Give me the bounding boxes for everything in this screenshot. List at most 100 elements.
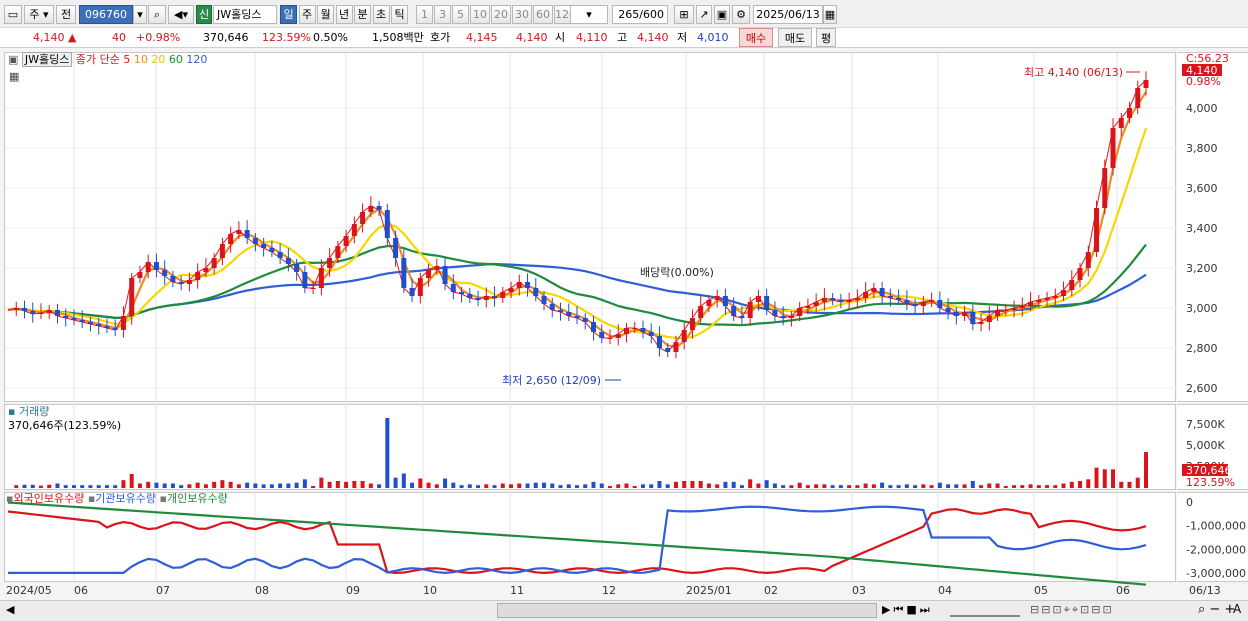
legend-toggle-icon[interactable]: ▣ <box>8 53 18 66</box>
volume-bar-90 <box>748 479 753 488</box>
volume-bar-123 <box>1020 485 1025 488</box>
zoom-slider[interactable] <box>950 603 1020 617</box>
volume-bar-138 <box>1144 452 1148 488</box>
volume-bar-137 <box>1135 477 1140 488</box>
candle-body-81 <box>673 342 679 352</box>
stock-tag: JW홀딩스 <box>21 52 73 67</box>
zoom-controls-icon[interactable]: ⌕ − + <box>1198 602 1235 617</box>
volume-bar-114 <box>946 484 951 488</box>
volume-bar-109 <box>904 484 909 488</box>
volume-bar-111 <box>921 484 926 488</box>
volume-bar-131 <box>1086 479 1091 488</box>
candle-body-129 <box>1069 280 1075 290</box>
volume-bar-20 <box>170 483 175 488</box>
volume-toggle-icon[interactable]: ▪ <box>8 405 19 418</box>
candle-body-104 <box>863 292 869 298</box>
volume-title-text: 거래량 <box>18 405 50 418</box>
volume-bar-61 <box>509 484 514 488</box>
candle-body-76 <box>632 328 638 329</box>
volume-bar-28 <box>236 484 241 488</box>
volume-bar-63 <box>525 483 530 488</box>
candle-body-17 <box>145 262 151 272</box>
volume-bar-84 <box>698 481 703 488</box>
dividend-note: 배당락(0.00%) <box>640 266 714 279</box>
volume-bar-21 <box>179 485 184 488</box>
volume-bar-26 <box>220 480 225 488</box>
volume-bar-88 <box>731 481 736 488</box>
volume-info: 370,646주(123.59%) <box>8 419 122 432</box>
candle-body-60 <box>500 292 506 298</box>
volume-bar-113 <box>937 482 942 488</box>
candle-body-56 <box>467 294 473 298</box>
volume-bar-44 <box>368 483 373 488</box>
y-tick-2: 3,000 <box>1186 302 1218 315</box>
volume-bar-70 <box>583 484 588 488</box>
volume-bar-49 <box>410 482 415 488</box>
volume-bar-74 <box>616 484 621 488</box>
candle-body-67 <box>558 310 564 312</box>
chart-tools-icons[interactable]: ⊟⊟⊡⌖⌖⊡⊟⊡ <box>1030 603 1114 617</box>
font-size-icon[interactable]: A <box>1233 602 1241 616</box>
volume-bar-95 <box>789 485 794 488</box>
volume-bar-16 <box>137 483 142 488</box>
volume-bar-94 <box>781 485 786 488</box>
candle-body-97 <box>805 306 811 308</box>
volume-bar-11 <box>96 485 101 488</box>
candle-body-9 <box>79 320 85 322</box>
volume-bar-10 <box>88 485 93 488</box>
x-label-13: 06 <box>1116 584 1130 597</box>
volume-bar-76 <box>632 486 637 488</box>
candle-body-62 <box>516 282 522 288</box>
candle-body-112 <box>929 300 935 302</box>
volume-bar-6 <box>55 483 60 488</box>
series-label: 종가 단순 <box>75 53 120 66</box>
ma-label-1: 10 <box>133 53 148 66</box>
volume-bar-3 <box>30 484 35 488</box>
playback-icons[interactable]: ▶⏮■⏭ <box>882 603 933 617</box>
bottom-scrollbar[interactable]: ◀ ▶⏮■⏭ ⊟⊟⊡⌖⌖⊡⊟⊡ ⌕ − + A <box>0 600 1248 621</box>
chart-canvas[interactable]: 2,600 2,800 3,000 3,200 3,400 3,600 3,800 4,000… <box>0 0 1248 621</box>
volume-bar-105 <box>871 484 876 488</box>
volume-bar-110 <box>913 485 918 488</box>
candle-body-55 <box>459 292 465 294</box>
candle-body-20 <box>170 276 176 282</box>
candle-body-88 <box>731 306 737 316</box>
volume-bar-17 <box>146 481 151 488</box>
table-icon[interactable]: ▦ <box>9 70 19 84</box>
candle-body-22 <box>186 280 192 284</box>
candle-body-52 <box>434 266 440 270</box>
y-tick-7: 4,000 <box>1186 102 1218 115</box>
candle-body-50 <box>417 278 423 296</box>
candle-body-66 <box>549 304 555 310</box>
volume-bar-71 <box>591 481 596 488</box>
candle-body-54 <box>450 284 456 292</box>
x-label-10: 03 <box>852 584 866 597</box>
volume-bar-5 <box>47 484 52 488</box>
candle-body-5 <box>46 310 52 313</box>
candle-body-53 <box>442 266 448 284</box>
volume-bar-52 <box>434 484 439 488</box>
candle-body-102 <box>846 300 852 302</box>
volume-bar-93 <box>772 483 777 488</box>
candle-body-7 <box>63 316 69 318</box>
ma-label-0: 5 <box>123 53 131 66</box>
volume-bar-116 <box>962 484 967 488</box>
volume-bar-18 <box>154 482 159 488</box>
candle-body-19 <box>162 270 168 276</box>
volume-bar-14 <box>121 480 126 488</box>
scroll-left-icon[interactable]: ◀ <box>6 603 14 616</box>
candle-body-1 <box>13 308 19 310</box>
volume-bar-91 <box>756 483 761 488</box>
volume-bar-108 <box>896 485 901 488</box>
candle-body-119 <box>986 316 992 322</box>
candle-body-85 <box>706 300 712 306</box>
volume-bar-45 <box>377 484 382 488</box>
candle-body-30 <box>252 238 258 244</box>
volume-bar-60 <box>500 483 505 488</box>
volume-bar-96 <box>797 482 802 488</box>
x-label-11: 04 <box>938 584 952 597</box>
scroll-thumb[interactable] <box>497 603 877 618</box>
volume-bar-64 <box>533 482 538 488</box>
volume-bar-67 <box>558 485 563 488</box>
x-label-6: 11 <box>510 584 524 597</box>
